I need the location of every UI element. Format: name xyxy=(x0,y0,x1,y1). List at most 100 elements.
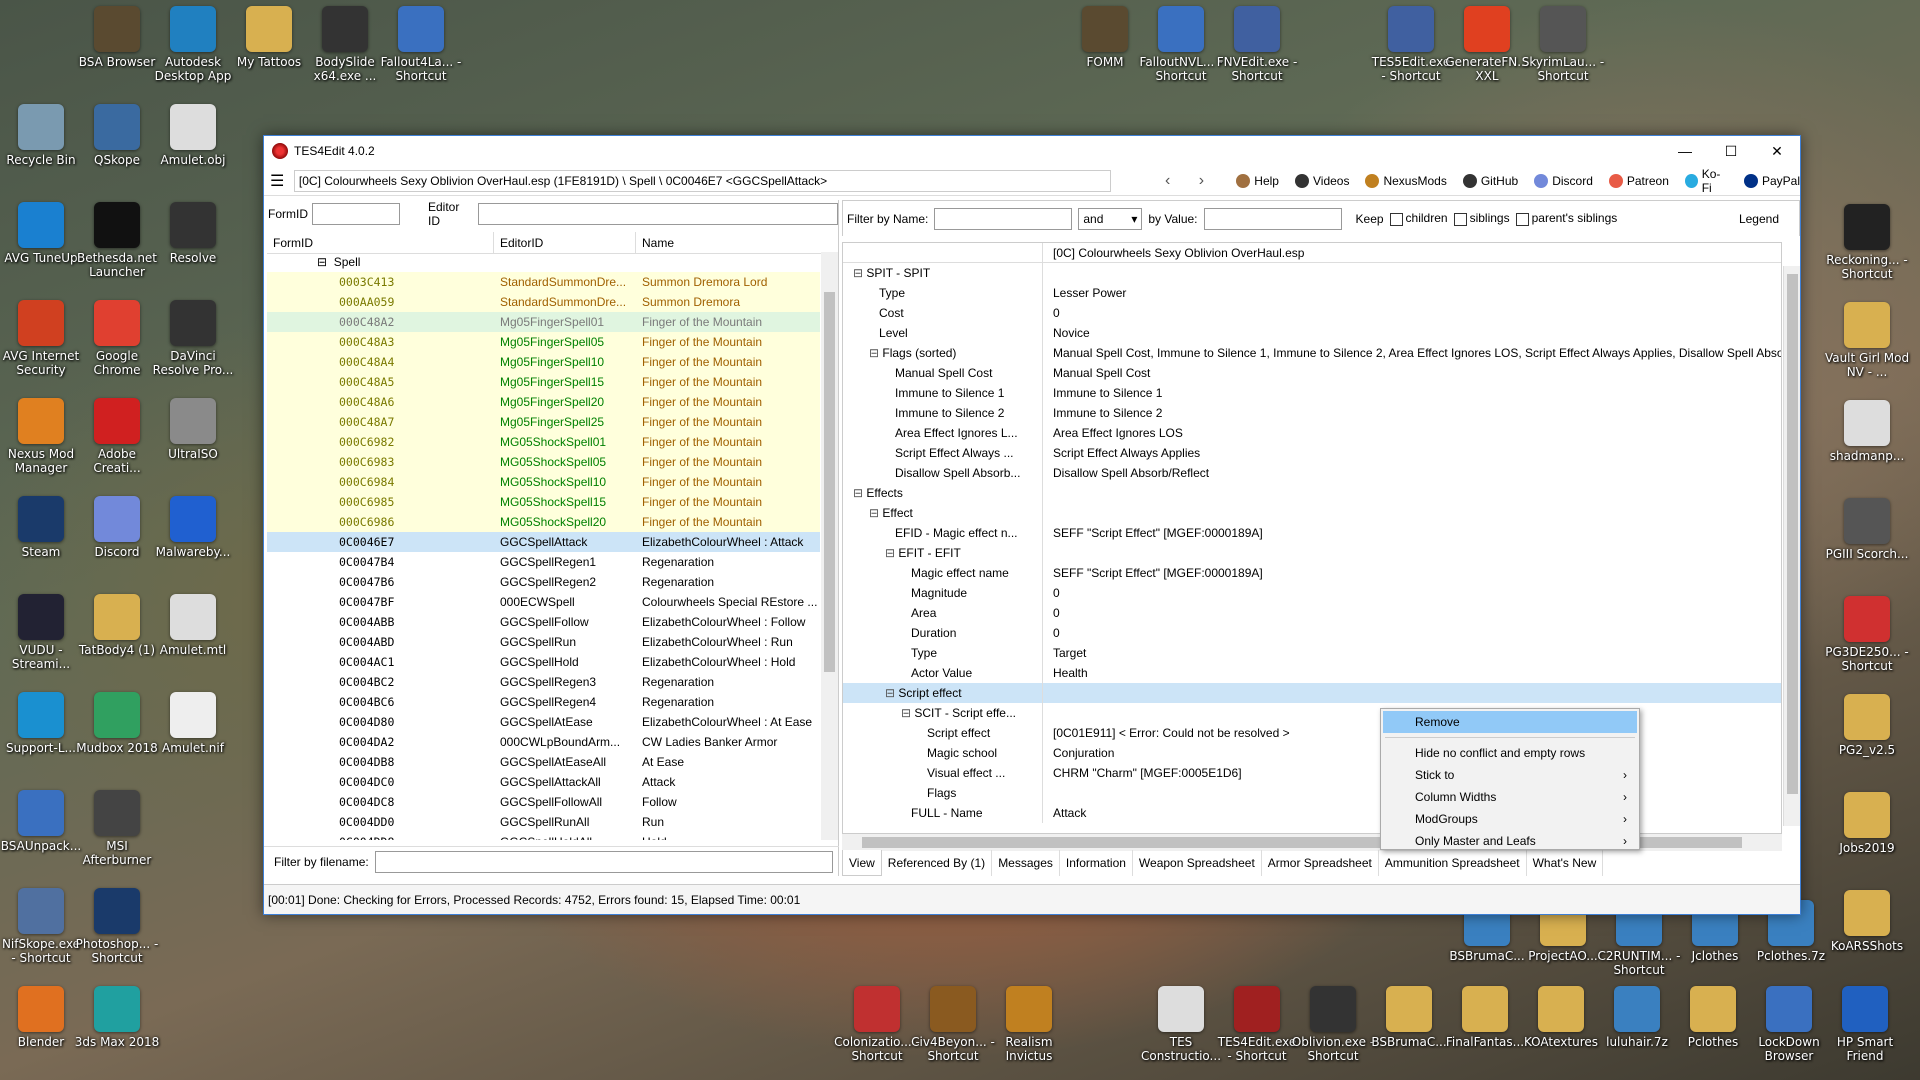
field-row[interactable]: Immune to Silence 1 Immune to Silence 1 xyxy=(843,383,1781,403)
desktop-icon[interactable]: Amulet.mtl xyxy=(150,594,236,657)
table-row[interactable]: 0C004D80 GGCSpellAtEase ElizabethColourWhe… xyxy=(267,712,820,732)
table-row[interactable]: 000C48A4 Mg05FingerSpell10 Finger of the M… xyxy=(267,352,820,372)
tree-scrollbar[interactable] xyxy=(821,252,838,840)
desktop-icon[interactable]: QSkope xyxy=(74,104,160,167)
link-ko-fi[interactable]: Ko-Fi xyxy=(1684,167,1728,195)
table-row[interactable]: 000C48A6 Mg05FingerSpell20 Finger of the M… xyxy=(267,392,820,412)
field-row[interactable]: EFID - Magic effect n... SEFF "Script Eff… xyxy=(843,523,1781,543)
desktop-icon[interactable]: TES5Edit.exe - Shortcut xyxy=(1368,6,1454,83)
field-row[interactable]: ⊟ SCIT - Script effe... xyxy=(843,703,1781,723)
field-row[interactable]: Area 0 xyxy=(843,603,1781,623)
maximize-button[interactable]: ☐ xyxy=(1708,136,1754,166)
desktop-icon[interactable]: Reckoning... - Shortcut xyxy=(1824,204,1910,281)
link-patreon[interactable]: Patreon xyxy=(1608,173,1669,188)
desktop-icon[interactable]: HP Smart Friend xyxy=(1822,986,1908,1063)
table-row[interactable]: 0C004BC6 GGCSpellRegen4 Regenaration xyxy=(267,692,820,712)
tree-toggle-icon[interactable]: ⊟ xyxy=(901,706,914,720)
desktop-icon[interactable]: Recycle Bin xyxy=(0,104,84,167)
desktop-icon[interactable]: PGIII Scorch... xyxy=(1824,498,1910,561)
desktop-icon[interactable]: KOAtextures xyxy=(1518,986,1604,1049)
menu-item[interactable]: ModGroups › xyxy=(1383,808,1637,830)
desktop-icon[interactable]: Realism Invictus xyxy=(986,986,1072,1063)
table-row[interactable]: 0003C413 StandardSummonDre... Summon Dremo… xyxy=(267,272,820,292)
table-row[interactable]: 0C004AC1 GGCSpellHold ElizabethColourWheel… xyxy=(267,652,820,672)
tab[interactable]: Referenced By (1) xyxy=(882,850,993,876)
desktop-icon[interactable]: Malwareby... xyxy=(150,496,236,559)
tab[interactable]: Weapon Spreadsheet xyxy=(1133,850,1262,876)
desktop-icon[interactable]: SkyrimLau... - Shortcut xyxy=(1520,6,1606,83)
forward-arrow-icon[interactable]: › xyxy=(1185,172,1219,190)
field-row[interactable]: Script effect [0C01E911] < Error: Could n… xyxy=(843,723,1781,743)
desktop-icon[interactable]: My Tattoos xyxy=(226,6,312,69)
tree-toggle-icon[interactable]: ⊟ xyxy=(885,546,898,560)
desktop-icon[interactable]: BSA Browser xyxy=(74,6,160,69)
table-row[interactable]: 000C6984 MG05ShockSpell10 Finger of the Mo… xyxy=(267,472,820,492)
tree-toggle-icon[interactable]: ⊟ xyxy=(853,486,866,500)
desktop-icon[interactable]: BodySlide x64.exe ... xyxy=(302,6,388,83)
table-row[interactable]: 000C6983 MG05ShockSpell05 Finger of the Mo… xyxy=(267,452,820,472)
desktop-icon[interactable]: MSI Afterburner xyxy=(74,790,160,867)
desktop-icon[interactable]: Nexus Mod Manager xyxy=(0,398,84,475)
desktop-icon[interactable]: Resolve xyxy=(150,202,236,265)
table-row[interactable]: 0C004DB8 GGCSpellAtEaseAll At Ease xyxy=(267,752,820,772)
tab[interactable]: Armor Spreadsheet xyxy=(1262,850,1379,876)
field-row[interactable]: Type Lesser Power xyxy=(843,283,1781,303)
field-row[interactable]: ⊟ Script effect xyxy=(843,683,1781,703)
table-row[interactable]: 0C004BC2 GGCSpellRegen3 Regenaration xyxy=(267,672,820,692)
desktop-icon[interactable]: UltraISO xyxy=(150,398,236,461)
filter-name-input[interactable] xyxy=(934,207,1073,230)
desktop-icon[interactable]: Discord xyxy=(74,496,160,559)
children-checkbox[interactable] xyxy=(1389,212,1403,226)
desktop-icon[interactable]: luluhair.7z xyxy=(1594,986,1680,1049)
field-row[interactable]: ⊟ Effects xyxy=(843,483,1781,503)
link-github[interactable]: GitHub xyxy=(1462,173,1518,188)
field-row[interactable]: Flags xyxy=(843,783,1781,803)
desktop-icon[interactable]: Photoshop... - Shortcut xyxy=(74,888,160,965)
tree-toggle-icon[interactable]: ⊟ xyxy=(853,266,866,280)
legend-button[interactable]: Legend xyxy=(1739,212,1779,226)
desktop-icon[interactable]: Autodesk Desktop App xyxy=(150,6,236,83)
desktop-icon[interactable]: Oblivion.exe - Shortcut xyxy=(1290,986,1376,1063)
hamburger-menu-icon[interactable]: ☰ xyxy=(270,171,288,191)
link-videos[interactable]: Videos xyxy=(1294,173,1349,188)
tree-toggle-icon[interactable]: ⊟ xyxy=(885,686,898,700)
field-row[interactable]: Magic school Conjuration xyxy=(843,743,1781,763)
desktop-icon[interactable]: Pclothes xyxy=(1670,986,1756,1049)
field-row[interactable]: Magnitude 0 xyxy=(843,583,1781,603)
desktop-icon[interactable]: NifSkope.exe - Shortcut xyxy=(0,888,84,965)
desktop-icon[interactable]: KoARSShots xyxy=(1824,890,1910,953)
menu-item[interactable]: Column Widths › xyxy=(1383,786,1637,808)
table-row[interactable]: 000C6986 MG05ShockSpell20 Finger of the Mo… xyxy=(267,512,820,532)
field-row[interactable]: Actor Value Health xyxy=(843,663,1781,683)
column-formid[interactable]: FormID xyxy=(267,231,494,254)
desktop-icon[interactable]: PG3DE250... - Shortcut xyxy=(1824,596,1910,673)
parents-siblings-checkbox[interactable] xyxy=(1515,212,1529,226)
table-row[interactable]: 0C004DC8 GGCSpellFollowAll Follow xyxy=(267,792,820,812)
menu-item[interactable]: Remove xyxy=(1383,711,1637,733)
link-nexusmods[interactable]: NexusMods xyxy=(1365,173,1447,188)
close-button[interactable]: ✕ xyxy=(1754,136,1800,166)
column-editorid[interactable]: EditorID xyxy=(494,231,636,254)
title-bar[interactable]: TES4Edit 4.0.2 — ☐ ✕ xyxy=(264,136,1800,166)
field-row[interactable]: ⊟ Flags (sorted) Manual Spell Cost, Immun… xyxy=(843,343,1781,363)
tab[interactable]: What's New xyxy=(1527,850,1604,876)
desktop-icon[interactable]: FOMM xyxy=(1062,6,1148,69)
desktop-icon[interactable]: shadmanp... xyxy=(1824,400,1910,463)
desktop-icon[interactable]: 3ds Max 2018 xyxy=(74,986,160,1049)
field-row[interactable]: Immune to Silence 2 Immune to Silence 2 xyxy=(843,403,1781,423)
table-row[interactable]: 000C48A7 Mg05FingerSpell25 Finger of the M… xyxy=(267,412,820,432)
field-row[interactable]: Magic effect name SEFF "Script Effect" [M… xyxy=(843,563,1781,583)
desktop-icon[interactable]: FinalFantas... xyxy=(1442,986,1528,1049)
link-help[interactable]: Help xyxy=(1236,173,1279,188)
table-row[interactable]: 0C004ABB GGCSpellFollow ElizabethColourWhe… xyxy=(267,612,820,632)
table-row[interactable]: 000C48A3 Mg05FingerSpell05 Finger of the M… xyxy=(267,332,820,352)
table-row[interactable]: 0C0046E7 GGCSpellAttack ElizabethColourWhe… xyxy=(267,532,820,552)
table-row[interactable]: 000C48A5 Mg05FingerSpell15 Finger of the M… xyxy=(267,372,820,392)
desktop-icon[interactable]: TatBody4 (1) xyxy=(74,594,160,657)
desktop-icon[interactable]: Steam xyxy=(0,496,84,559)
desktop-icon[interactable]: Amulet.nif xyxy=(150,692,236,755)
fields-hscrollbar[interactable] xyxy=(842,834,1782,851)
desktop-icon[interactable]: LockDown Browser xyxy=(1746,986,1832,1063)
table-row[interactable]: 0C004ABD GGCSpellRun ElizabethColourWheel … xyxy=(267,632,820,652)
desktop-icon[interactable]: Jobs2019 xyxy=(1824,792,1910,855)
